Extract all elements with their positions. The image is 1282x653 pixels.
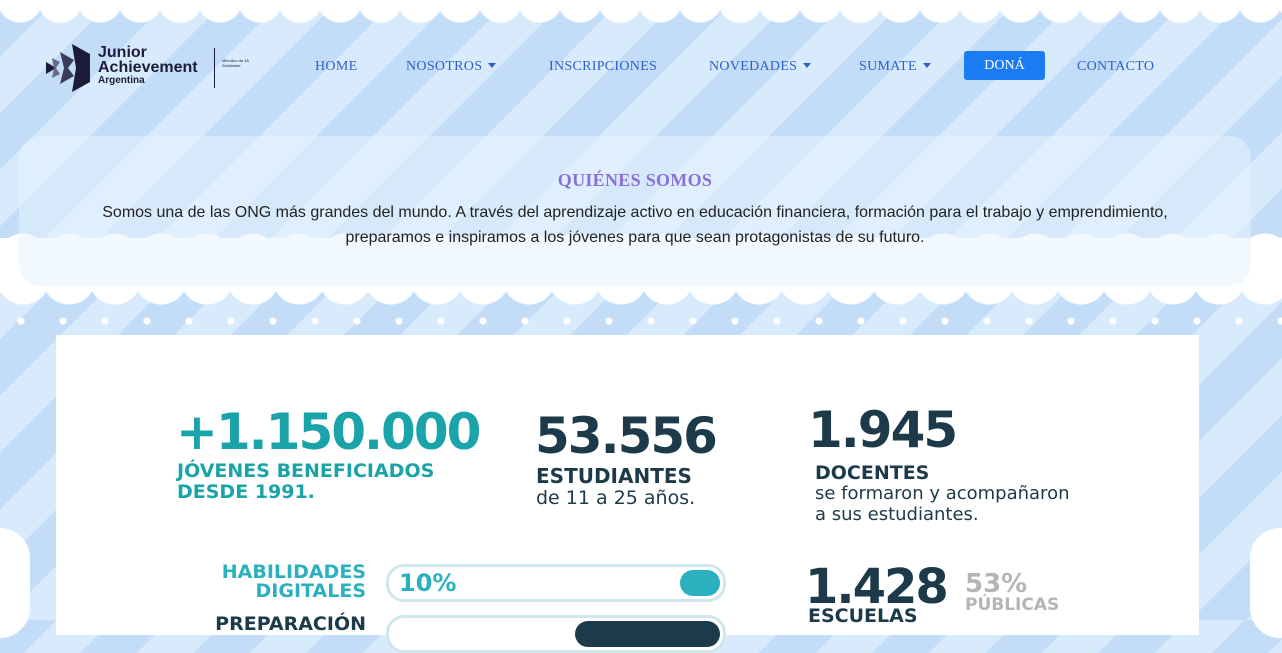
about-panel: QUIÉNES SOMOS Somos una de las ONG más g… bbox=[19, 136, 1251, 286]
youth-label-2: DESDE 1991. bbox=[177, 481, 315, 503]
schools-pct-label: PÚBLICAS bbox=[965, 595, 1060, 615]
chevron-down-icon bbox=[803, 63, 812, 69]
nav-novedades[interactable]: NOVEDADES bbox=[709, 51, 812, 83]
nav-sumate-label: SUMATE bbox=[859, 59, 917, 74]
youth-number: +1.150.000 bbox=[176, 403, 481, 461]
skill-bar-digital: 10% bbox=[386, 564, 726, 602]
logo-line-3: Argentina bbox=[98, 75, 145, 86]
nav-home-label: HOME bbox=[315, 59, 358, 74]
chevron-down-icon bbox=[488, 63, 497, 69]
nav-home[interactable]: HOME bbox=[315, 51, 357, 83]
teachers-label: DOCENTES bbox=[815, 462, 930, 484]
skill-label-digital: HABILIDADES DIGITALES bbox=[196, 563, 366, 601]
logo-wordmark: Junior Achievement Argentina bbox=[98, 45, 198, 87]
teachers-sub-1: se formaron y acompañaron bbox=[815, 483, 1070, 504]
chevron-down-icon bbox=[922, 63, 931, 69]
skill-label-preparacion: PREPARACIÓN bbox=[196, 615, 366, 634]
schools-pct: 53% bbox=[965, 569, 1028, 599]
schools-label: ESCUELAS bbox=[808, 605, 918, 627]
teachers-sub-2: a sus estudiantes. bbox=[815, 504, 979, 525]
students-number: 53.556 bbox=[535, 407, 718, 465]
logo-divider bbox=[214, 48, 215, 88]
nav-inscripciones-label: INSCRIPCIONES bbox=[549, 59, 658, 74]
stats-panel: +1.150.000 JÓVENES BENEFICIADOS DESDE 19… bbox=[56, 335, 1199, 653]
about-title: QUIÉNES SOMOS bbox=[557, 170, 713, 190]
skill-bar-fill bbox=[680, 570, 720, 596]
nav-nosotros[interactable]: NOSOTROS bbox=[406, 51, 497, 83]
nav-contacto[interactable]: CONTACTO bbox=[1077, 51, 1154, 83]
teachers-number: 1.945 bbox=[808, 401, 958, 459]
logo[interactable]: Junior Achievement Argentina Miembro de … bbox=[46, 42, 256, 96]
site-header: Junior Achievement Argentina Miembro de … bbox=[0, 24, 1282, 114]
dona-label: DONÁ bbox=[984, 58, 1025, 73]
skill-bar-value: 10% bbox=[399, 569, 457, 597]
students-sub: de 11 a 25 años. bbox=[536, 487, 696, 509]
nav-contacto-label: CONTACTO bbox=[1077, 59, 1155, 74]
skill-label-line: DIGITALES bbox=[255, 580, 366, 602]
logo-line-1: Junior bbox=[98, 44, 147, 61]
logo-tagline: Miembro de JA Worldwide bbox=[222, 58, 249, 68]
nav-sumate[interactable]: SUMATE bbox=[859, 51, 931, 83]
nav-nosotros-label: NOSOTROS bbox=[406, 59, 483, 74]
skill-bar-fill bbox=[575, 621, 720, 647]
nav-inscripciones[interactable]: INSCRIPCIONES bbox=[549, 51, 657, 83]
cloud-decoration bbox=[1250, 528, 1282, 638]
skill-label-line: PREPARACIÓN bbox=[215, 613, 366, 635]
logo-icon bbox=[46, 44, 90, 92]
top-scallop-border bbox=[0, 0, 1282, 24]
youth-label-1: JÓVENES BENEFICIADOS bbox=[177, 460, 435, 482]
students-label: ESTUDIANTES bbox=[536, 464, 692, 488]
dona-button[interactable]: DONÁ bbox=[964, 51, 1045, 80]
cloud-decoration bbox=[0, 528, 30, 638]
logo-line-2: Achievement bbox=[98, 59, 198, 76]
about-text: Somos una de las ONG más grandes del mun… bbox=[102, 204, 1168, 246]
nav-novedades-label: NOVEDADES bbox=[709, 59, 798, 74]
dots-decoration bbox=[0, 316, 1282, 326]
skill-bar-preparacion bbox=[386, 615, 726, 653]
